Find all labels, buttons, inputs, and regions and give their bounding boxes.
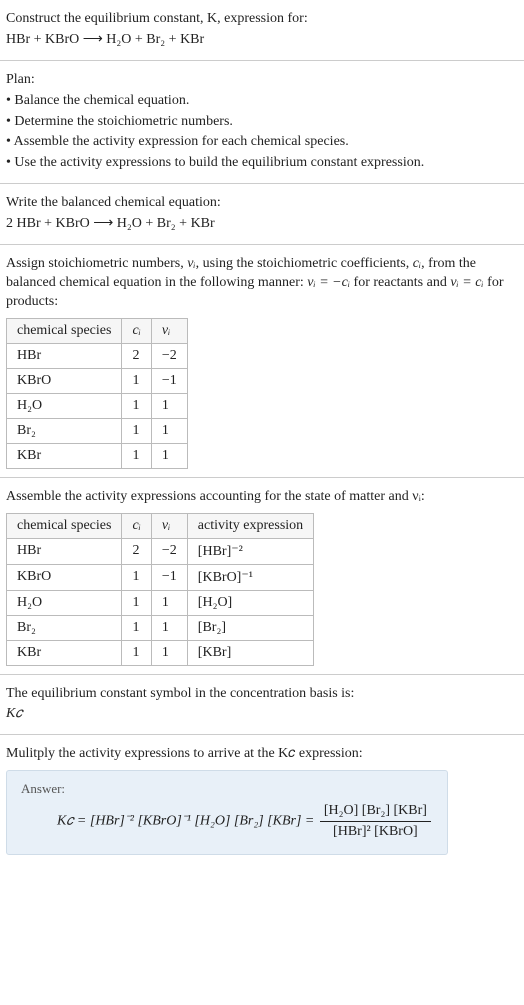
balanced-section: Write the balanced chemical equation: 2 … <box>0 184 524 245</box>
plan-title: Plan: <box>6 71 518 90</box>
cell-ci: 1 <box>122 615 151 640</box>
cell-ci: 1 <box>122 368 151 393</box>
cell-ci: 1 <box>122 640 151 665</box>
fraction-numerator: [H₂O] [Br₂] [KBr] <box>320 803 431 822</box>
plan-item: • Assemble the activity expression for e… <box>6 133 518 152</box>
cell-nui: 1 <box>151 418 187 443</box>
table-header-row: chemical species cᵢ νᵢ <box>7 318 188 343</box>
table-row: Br₂ 1 1 [Br₂] <box>7 615 314 640</box>
col-ci: cᵢ <box>122 513 151 538</box>
cell-ci: 2 <box>122 538 151 564</box>
plan-item: • Balance the chemical equation. <box>6 92 518 111</box>
table-row: KBr 1 1 <box>7 443 188 468</box>
table-row: KBrO 1 −1 [KBrO]⁻¹ <box>7 564 314 590</box>
cell-ci: 2 <box>122 343 151 368</box>
cell-activity: [Br₂] <box>187 615 313 640</box>
cell-nui: 1 <box>151 443 187 468</box>
col-species: chemical species <box>7 318 122 343</box>
stoich-section: Assign stoichiometric numbers, νᵢ, using… <box>0 245 524 478</box>
stoich-text: for reactants and <box>350 275 450 290</box>
col-species: chemical species <box>7 513 122 538</box>
plan-section: Plan: • Balance the chemical equation. •… <box>0 61 524 184</box>
cell-ci: 1 <box>122 393 151 418</box>
cell-activity: [HBr]⁻² <box>187 538 313 564</box>
answer-label: Answer: <box>21 781 433 797</box>
activity-section: Assemble the activity expressions accoun… <box>0 478 524 675</box>
kc-symbol: K𝑐 <box>6 705 518 724</box>
col-nui: νᵢ <box>151 513 187 538</box>
col-nui: νᵢ <box>151 318 187 343</box>
stoich-text: , using the stoichiometric coefficients, <box>196 256 413 271</box>
multiply-intro: Mulitply the activity expressions to arr… <box>6 745 518 764</box>
table-row: HBr 2 −2 [HBr]⁻² <box>7 538 314 564</box>
cell-species: H₂O <box>7 590 122 615</box>
col-ci: cᵢ <box>122 318 151 343</box>
stoich-table: chemical species cᵢ νᵢ HBr 2 −2 KBrO 1 −… <box>6 318 188 469</box>
cell-nui: −1 <box>151 564 187 590</box>
fraction-denominator: [HBr]² [KBrO] <box>320 822 431 840</box>
cell-nui: 1 <box>151 640 187 665</box>
answer-expression: K𝑐 = [HBr]⁻² [KBrO]⁻¹ [H₂O] [Br₂] [KBr] … <box>21 803 433 840</box>
stoich-intro: Assign stoichiometric numbers, νᵢ, using… <box>6 255 518 312</box>
table-row: H₂O 1 1 <box>7 393 188 418</box>
balanced-equation: 2 HBr + KBrO ⟶ H₂O + Br₂ + KBr <box>6 215 518 234</box>
stoich-text: Assign stoichiometric numbers, <box>6 256 187 271</box>
answer-box: Answer: K𝑐 = [HBr]⁻² [KBrO]⁻¹ [H₂O] [Br₂… <box>6 770 448 855</box>
nu-i-symbol: νᵢ <box>187 256 195 271</box>
kc-fraction: [H₂O] [Br₂] [KBr] [HBr]² [KBrO] <box>320 803 431 840</box>
cell-species: HBr <box>7 343 122 368</box>
table-row: HBr 2 −2 <box>7 343 188 368</box>
col-activity: activity expression <box>187 513 313 538</box>
cell-species: H₂O <box>7 393 122 418</box>
cell-nui: −2 <box>151 538 187 564</box>
cell-activity: [KBr] <box>187 640 313 665</box>
table-row: Br₂ 1 1 <box>7 418 188 443</box>
activity-intro: Assemble the activity expressions accoun… <box>6 488 518 507</box>
prompt-line: Construct the equilibrium constant, K, e… <box>6 10 518 29</box>
cell-nui: 1 <box>151 393 187 418</box>
kc-lhs: K𝑐 = [HBr]⁻² [KBrO]⁻¹ [H₂O] [Br₂] [KBr] … <box>57 814 314 829</box>
kc-basis-section: The equilibrium constant symbol in the c… <box>0 675 524 736</box>
unbalanced-equation: HBr + KBrO ⟶ H₂O + Br₂ + KBr <box>6 31 518 50</box>
prompt-text: Construct the equilibrium constant, K, e… <box>6 11 308 26</box>
table-row: KBr 1 1 [KBr] <box>7 640 314 665</box>
table-row: H₂O 1 1 [H₂O] <box>7 590 314 615</box>
balanced-title: Write the balanced chemical equation: <box>6 194 518 213</box>
cell-ci: 1 <box>122 590 151 615</box>
activity-table: chemical species cᵢ νᵢ activity expressi… <box>6 513 314 666</box>
cell-nui: −1 <box>151 368 187 393</box>
cell-nui: 1 <box>151 615 187 640</box>
cell-nui: 1 <box>151 590 187 615</box>
plan-item: • Determine the stoichiometric numbers. <box>6 113 518 132</box>
rule-reactants: νᵢ = −cᵢ <box>307 275 350 290</box>
cell-species: KBrO <box>7 368 122 393</box>
cell-species: HBr <box>7 538 122 564</box>
cell-activity: [KBrO]⁻¹ <box>187 564 313 590</box>
prompt-section: Construct the equilibrium constant, K, e… <box>0 0 524 61</box>
kc-basis-text: The equilibrium constant symbol in the c… <box>6 685 518 704</box>
cell-species: KBr <box>7 443 122 468</box>
rule-products: νᵢ = cᵢ <box>450 275 483 290</box>
table-row: KBrO 1 −1 <box>7 368 188 393</box>
cell-species: KBr <box>7 640 122 665</box>
answer-section: Mulitply the activity expressions to arr… <box>0 735 524 863</box>
cell-ci: 1 <box>122 564 151 590</box>
cell-species: KBrO <box>7 564 122 590</box>
table-header-row: chemical species cᵢ νᵢ activity expressi… <box>7 513 314 538</box>
cell-species: Br₂ <box>7 615 122 640</box>
c-i-symbol: cᵢ <box>413 256 421 271</box>
cell-ci: 1 <box>122 443 151 468</box>
cell-ci: 1 <box>122 418 151 443</box>
cell-species: Br₂ <box>7 418 122 443</box>
plan-item: • Use the activity expressions to build … <box>6 154 518 173</box>
cell-nui: −2 <box>151 343 187 368</box>
cell-activity: [H₂O] <box>187 590 313 615</box>
